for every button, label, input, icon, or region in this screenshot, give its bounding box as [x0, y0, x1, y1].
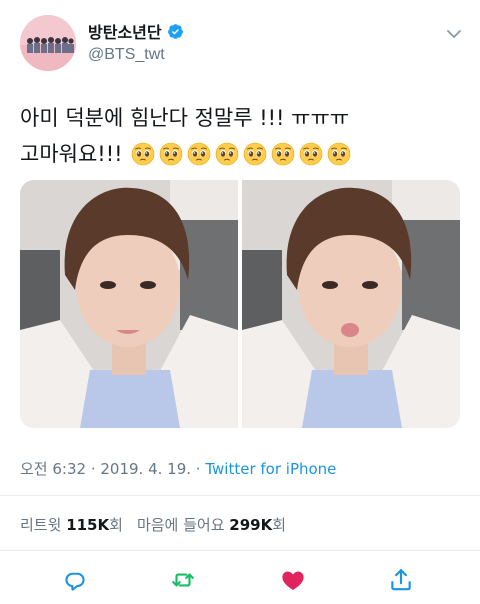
- pleading-face-emoji-icon: [215, 142, 238, 166]
- retweet-icon[interactable]: [170, 567, 196, 593]
- pleading-face-emoji-icon: [327, 142, 350, 166]
- meta-separator: ·: [191, 460, 206, 478]
- user-handle[interactable]: @BTS_twt: [88, 46, 184, 64]
- tweet-meta: 오전 6:32 · 2019. 4. 19. · Twitter for iPh…: [20, 458, 336, 479]
- pleading-face-emoji-icon: [131, 142, 154, 166]
- verified-badge-icon: [167, 23, 183, 39]
- tweet-line-2-text: 고마워요!!!: [20, 142, 123, 166]
- retweets-label: 리트윗: [20, 516, 62, 534]
- display-name[interactable]: 방탄소년단: [88, 19, 162, 43]
- tweet-text: 아미 덕분에 힘난다 정말루 !!! ㅠㅠㅠ 고마워요!!!: [20, 100, 460, 172]
- likes-count: 299K: [229, 516, 273, 534]
- avatar[interactable]: [20, 15, 76, 71]
- meta-separator: ·: [86, 460, 101, 478]
- pleading-face-emoji-icon: [159, 142, 182, 166]
- tweet-line-2: 고마워요!!!: [20, 136, 460, 172]
- emoji-row: [131, 142, 351, 166]
- pleading-face-emoji-icon: [271, 142, 294, 166]
- chevron-down-icon[interactable]: [446, 28, 462, 40]
- divider: [0, 495, 480, 496]
- retweets-stat[interactable]: 리트윗 115K회: [20, 516, 123, 534]
- divider: [0, 550, 480, 551]
- tweet-date[interactable]: 2019. 4. 19.: [100, 460, 191, 478]
- photo-1[interactable]: [20, 180, 238, 428]
- likes-stat[interactable]: 마음에 들어요 299K회: [137, 516, 286, 534]
- share-icon[interactable]: [388, 567, 414, 593]
- likes-label: 마음에 들어요: [136, 516, 225, 534]
- heart-icon[interactable]: [280, 567, 306, 593]
- tweet-line-1: 아미 덕분에 힘난다 정말루 !!! ㅠㅠㅠ: [20, 106, 350, 130]
- reply-icon[interactable]: [62, 567, 88, 593]
- tweet-header: 방탄소년단 @BTS_twt: [0, 0, 480, 90]
- retweets-unit: 회: [109, 516, 123, 534]
- pleading-face-emoji-icon: [187, 142, 210, 166]
- photo-2[interactable]: [242, 180, 460, 428]
- retweets-count: 115K: [66, 516, 110, 534]
- pleading-face-emoji-icon: [299, 142, 322, 166]
- tweet-source-link[interactable]: Twitter for iPhone: [205, 460, 336, 478]
- tweet-time[interactable]: 오전 6:32: [20, 460, 86, 478]
- likes-unit: 회: [272, 516, 287, 534]
- tweet-stats: 리트윗 115K회 마음에 들어요 299K회: [20, 514, 286, 535]
- pleading-face-emoji-icon: [243, 142, 266, 166]
- photo-grid[interactable]: [20, 180, 460, 428]
- tweet-actions: [0, 563, 480, 601]
